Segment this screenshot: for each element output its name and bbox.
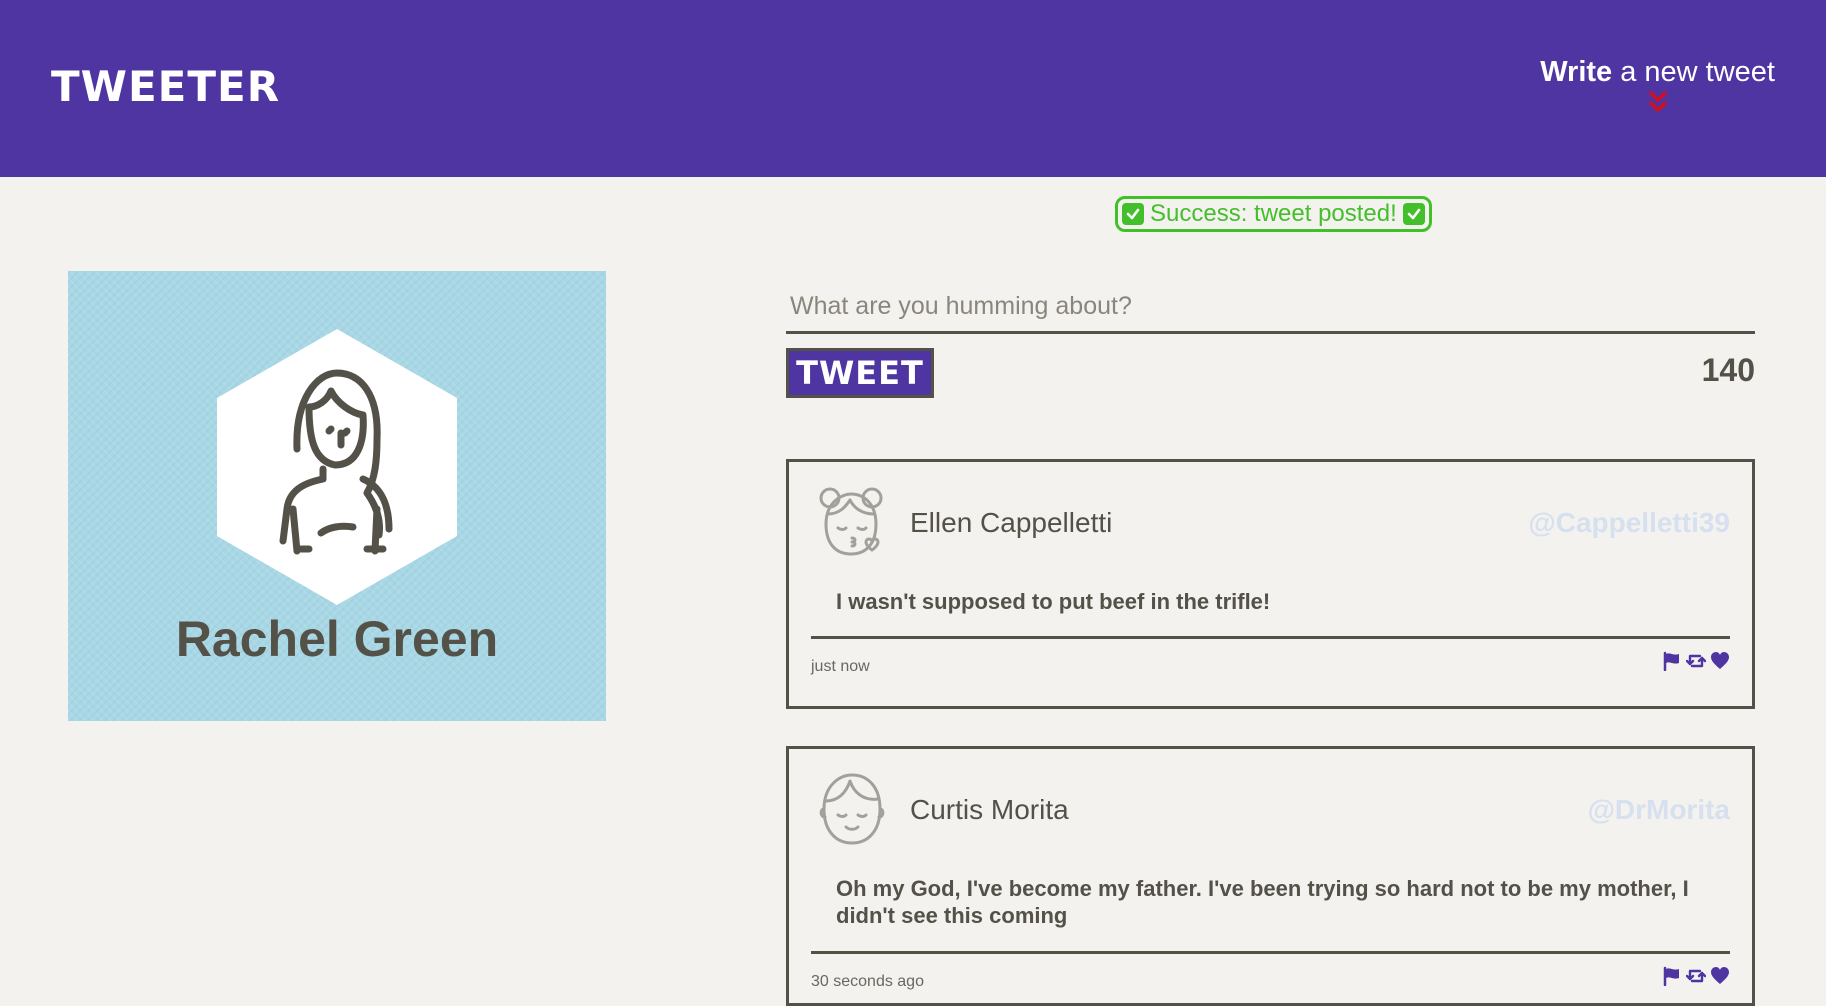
tweet-card: Ellen Cappelletti @Cappelletti39 I wasn'…	[786, 459, 1755, 709]
tweet-divider	[811, 951, 1730, 954]
success-message: Success: tweet posted!	[1150, 200, 1397, 227]
char-counter: 140	[1701, 352, 1755, 388]
compose-form: TWEET 140	[786, 282, 1755, 418]
double-chevron-down-icon	[1648, 91, 1667, 112]
heart-icon[interactable]	[1710, 966, 1730, 986]
write-new-tweet-toggle[interactable]: Write a new tweet	[1540, 54, 1775, 116]
profile-card: Rachel Green	[68, 271, 606, 721]
tweet-input[interactable]	[786, 282, 1755, 334]
woman-avatar-icon	[217, 329, 457, 605]
new-tweet-label: a new tweet	[1612, 56, 1775, 88]
retweet-icon[interactable]	[1686, 651, 1706, 671]
tweet-actions	[1662, 966, 1730, 986]
flag-icon[interactable]	[1662, 651, 1682, 671]
tweet-text: I wasn't supposed to put beef in the tri…	[836, 589, 1271, 614]
heart-icon[interactable]	[1710, 651, 1730, 671]
top-nav: TWEETER Write a new tweet	[0, 0, 1826, 177]
tweet-actions	[1662, 651, 1730, 671]
tweet-author[interactable]: Curtis Morita	[910, 793, 1069, 827]
profile-name: Rachel Green	[175, 611, 499, 667]
success-banner: Success: tweet posted!	[1115, 196, 1432, 232]
tweet-divider	[811, 636, 1730, 639]
tweet-timestamp: 30 seconds ago	[811, 973, 924, 990]
write-label: Write	[1540, 56, 1613, 88]
check-icon	[1402, 203, 1425, 225]
tweet-handle[interactable]: @DrMorita	[1588, 793, 1730, 827]
tweet-handle[interactable]: @Cappelletti39	[1528, 506, 1730, 540]
tweet-timestamp: just now	[811, 658, 870, 675]
check-icon	[1122, 203, 1144, 225]
girl-kiss-avatar-icon	[819, 487, 883, 556]
boy-avatar-icon	[819, 773, 885, 845]
tweet-text: Oh my God, I've become my father. I've b…	[836, 876, 1689, 928]
brand-logo[interactable]: TWEETER	[51, 62, 280, 112]
tweet-card: Curtis Morita @DrMorita Oh my God, I've …	[786, 746, 1755, 1006]
flag-icon[interactable]	[1662, 966, 1682, 986]
retweet-icon[interactable]	[1686, 966, 1706, 986]
compose-actions: TWEET 140	[786, 348, 1755, 418]
tweet-submit-button[interactable]: TWEET	[786, 348, 934, 398]
tweet-author[interactable]: Ellen Cappelletti	[910, 506, 1112, 540]
